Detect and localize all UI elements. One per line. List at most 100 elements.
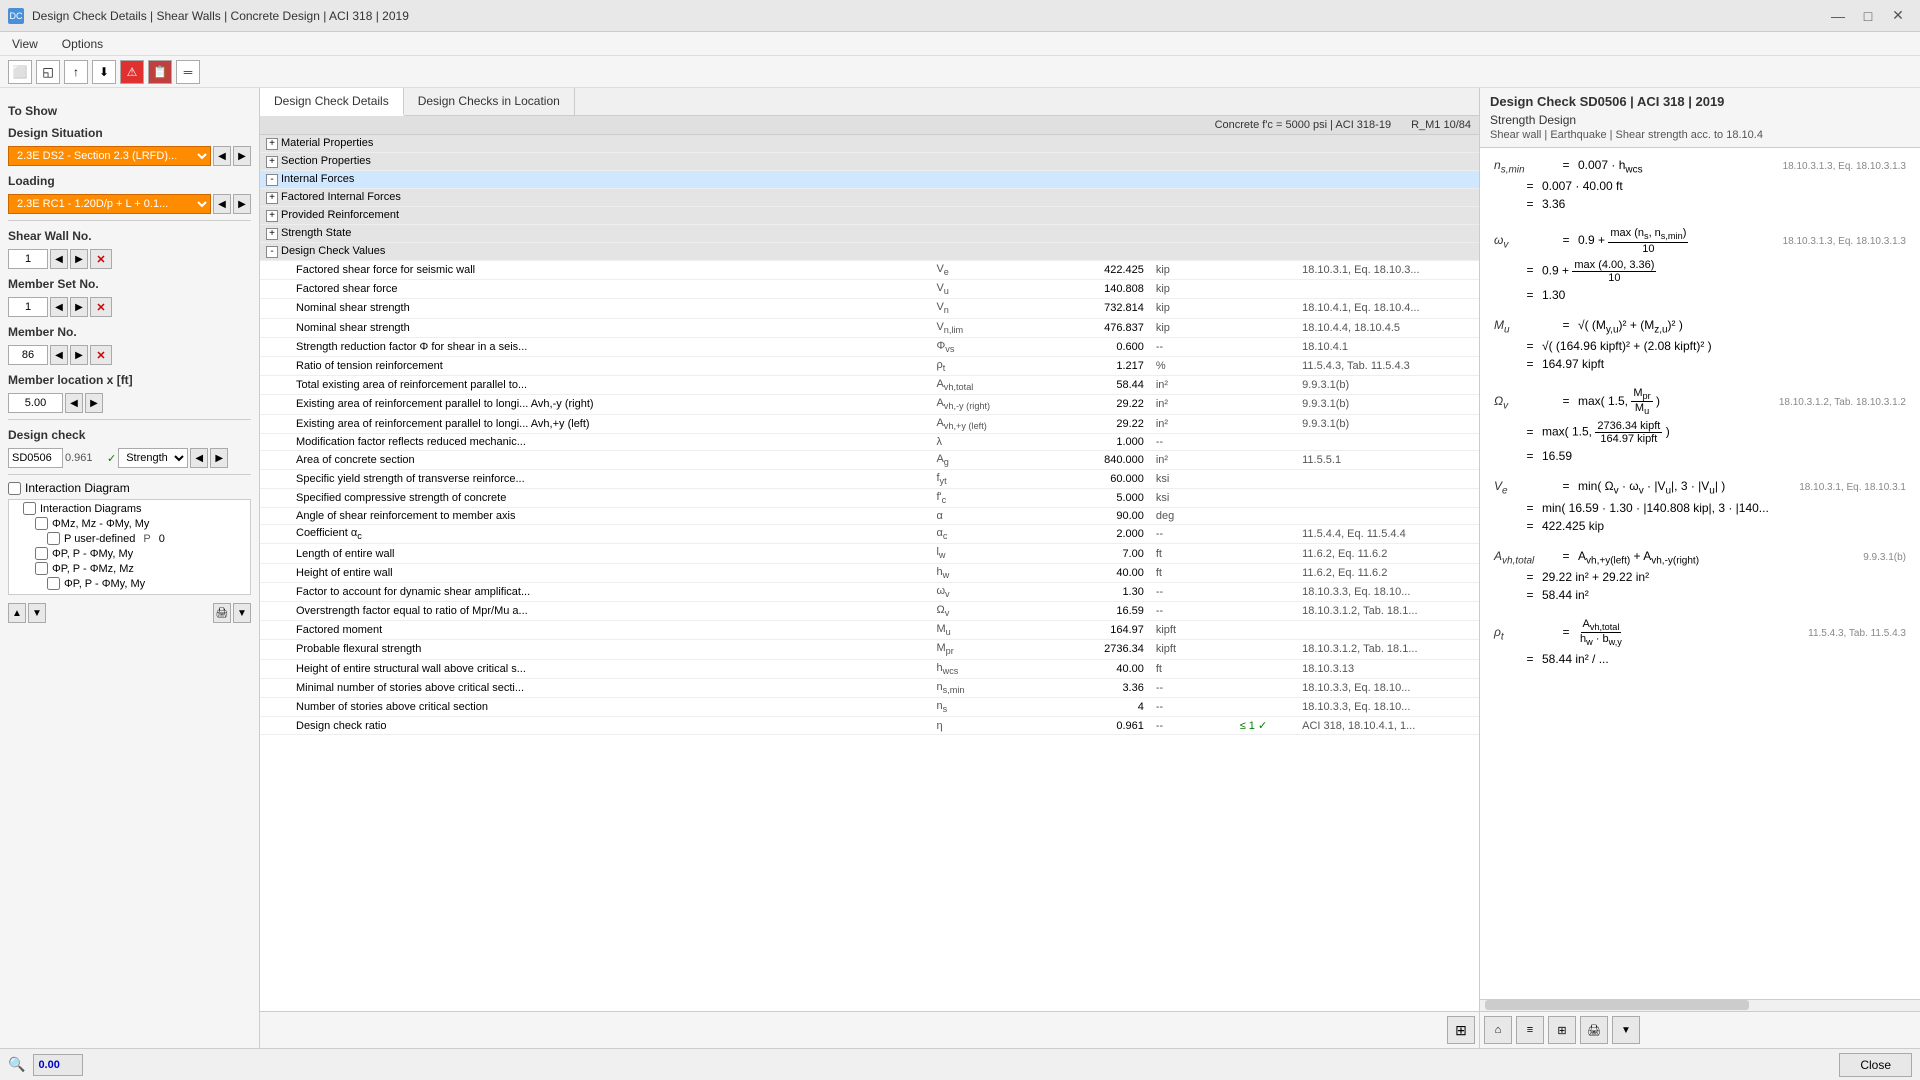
interaction-diagram-label: Interaction Diagram	[25, 481, 130, 495]
left-nav-up[interactable]: ▲	[8, 603, 26, 623]
expand-factored[interactable]: +	[266, 192, 278, 204]
toolbar-btn-5[interactable]: ⚠	[120, 60, 144, 84]
toolbar-btn-1[interactable]: ⬜	[8, 60, 32, 84]
expand-designcheck[interactable]: -	[266, 246, 278, 258]
close-button[interactable]: Close	[1839, 1053, 1912, 1077]
design-check-next[interactable]: ▶	[210, 448, 228, 468]
expand-reinforcement[interactable]: +	[266, 210, 278, 222]
math-rhot-frac: Avh,total hw · bw,y	[1578, 618, 1624, 647]
member-set-prev[interactable]: ◀	[50, 297, 68, 317]
row-rhot-check	[1211, 356, 1296, 375]
location-next[interactable]: ▶	[85, 393, 103, 413]
tree-checkbox-diagrams[interactable]	[23, 502, 36, 515]
shear-wall-input[interactable]	[8, 249, 48, 269]
right-home-btn[interactable]: ⌂	[1484, 1016, 1512, 1044]
left-nav-down[interactable]: ▼	[28, 603, 46, 623]
row-ve: Factored shear force for seismic wall Ve…	[260, 261, 1479, 280]
design-situation-prev[interactable]: ◀	[213, 146, 231, 166]
expand-internal[interactable]: -	[266, 174, 278, 186]
member-set-input[interactable]	[8, 297, 48, 317]
math-Omegav-frac: Mpr Mu	[1631, 387, 1652, 416]
row-lw-sym: lw	[930, 544, 1028, 563]
row-avhright-ref: 9.9.3.1(b)	[1296, 395, 1479, 414]
design-check-code-input[interactable]	[8, 448, 63, 468]
tree-label-pp-mz: ΦP, P - ΦMz, Mz	[52, 563, 134, 575]
loading-prev[interactable]: ◀	[213, 194, 231, 214]
section-internal: -Internal Forces	[260, 171, 1479, 189]
member-prev[interactable]: ◀	[50, 345, 68, 365]
shear-wall-prev[interactable]: ◀	[50, 249, 68, 269]
design-check-prev[interactable]: ◀	[190, 448, 208, 468]
row-mu-name: Factored moment	[260, 621, 930, 640]
design-check-name-select[interactable]: Strength ...	[118, 448, 188, 468]
row-lw-unit: ft	[1150, 544, 1211, 563]
tree-label-mz-my: ΦMz, Mz - ΦMy, My	[52, 518, 149, 530]
row-mu-sym: Mu	[930, 621, 1028, 640]
tree-label-diagrams: Interaction Diagrams	[40, 503, 142, 515]
tab-design-checks-location[interactable]: Design Checks in Location	[404, 88, 575, 115]
member-label: Member No.	[8, 325, 251, 339]
location-input[interactable]	[8, 393, 63, 413]
left-nav-buttons: ▲ ▼	[8, 603, 46, 623]
row-avhtotal-ref: 9.9.3.1(b)	[1296, 376, 1479, 395]
member-clear[interactable]: ✕	[90, 345, 112, 365]
right-list-btn[interactable]: ≡	[1516, 1016, 1544, 1044]
tree-label-p-user: P user-defined	[64, 533, 135, 545]
toolbar-btn-2[interactable]: ◱	[36, 60, 60, 84]
status-left: 🔍	[8, 1054, 83, 1076]
minimize-button[interactable]: —	[1824, 6, 1852, 26]
math-nsmin-line1: ns,min = 0.007 · hwcs 18.10.3.1.3, Eq. 1…	[1494, 158, 1906, 175]
member-input[interactable]	[8, 345, 48, 365]
toolbar-btn-4[interactable]: ⬇	[92, 60, 116, 84]
menu-view[interactable]: View	[8, 35, 42, 53]
expand-strength[interactable]: +	[266, 228, 278, 240]
loading-next[interactable]: ▶	[233, 194, 251, 214]
right-print-btn[interactable]: 🖨	[1580, 1016, 1608, 1044]
interaction-diagram-checkbox[interactable]	[8, 482, 21, 495]
section-internal-label: Internal Forces	[281, 173, 354, 185]
tree-checkbox-mz-my[interactable]	[35, 517, 48, 530]
status-input[interactable]	[33, 1054, 83, 1076]
row-rhot: Ratio of tension reinforcement ρt 1.217 …	[260, 356, 1479, 375]
row-omegav-name: Factor to account for dynamic shear ampl…	[260, 582, 930, 601]
maximize-button[interactable]: □	[1854, 6, 1882, 26]
toolbar-btn-3[interactable]: ↑	[64, 60, 88, 84]
left-print-btn[interactable]: 🖨	[213, 603, 231, 623]
member-next[interactable]: ▶	[70, 345, 88, 365]
toolbar-btn-6[interactable]: 📋	[148, 60, 172, 84]
interaction-diagram-row: Interaction Diagram	[8, 481, 251, 495]
tree-checkbox-pp-my[interactable]	[35, 547, 48, 560]
menu-options[interactable]: Options	[58, 35, 107, 53]
center-copy-btn[interactable]: ⊞	[1447, 1016, 1475, 1044]
row-avhtotal-name: Total existing area of reinforcement par…	[260, 376, 930, 395]
tree-checkbox-pp-mz[interactable]	[35, 562, 48, 575]
shear-wall-next[interactable]: ▶	[70, 249, 88, 269]
row-rhot-name: Ratio of tension reinforcement	[260, 356, 930, 375]
tree-checkbox-p-user[interactable]	[47, 532, 60, 545]
toolbar-btn-7[interactable]: ═	[176, 60, 200, 84]
member-info: R_M1 10/84	[1411, 119, 1471, 131]
shear-wall-clear[interactable]: ✕	[90, 249, 112, 269]
close-title-button[interactable]: ✕	[1884, 6, 1912, 26]
loading-select[interactable]: 2.3E RC1 - 1.20D/p + L + 0.1...	[8, 194, 211, 214]
member-set-next[interactable]: ▶	[70, 297, 88, 317]
location-prev[interactable]: ◀	[65, 393, 83, 413]
right-print-arrow[interactable]: ▼	[1612, 1016, 1640, 1044]
left-print-arrow[interactable]: ▼	[233, 603, 251, 623]
row-mpr-name: Probable flexural strength	[260, 640, 930, 659]
row-alpha: Angle of shear reinforcement to member a…	[260, 508, 1479, 525]
math-avh-expr2: 29.22 in² + 29.22 in²	[1542, 570, 1906, 584]
tab-design-check-details[interactable]: Design Check Details	[260, 88, 404, 116]
menu-bar: View Options	[0, 32, 1920, 56]
title-bar-text: Design Check Details | Shear Walls | Con…	[32, 9, 409, 23]
row-ag-val: 840.000	[1028, 450, 1150, 469]
expand-section[interactable]: +	[266, 156, 278, 168]
right-panel-scrollbar[interactable]	[1480, 999, 1920, 1011]
design-situation-next[interactable]: ▶	[233, 146, 251, 166]
right-grid-btn[interactable]: ⊞	[1548, 1016, 1576, 1044]
tree-checkbox-pp-my2[interactable]	[47, 577, 60, 590]
member-set-clear[interactable]: ✕	[90, 297, 112, 317]
design-situation-select[interactable]: 2.3E DS2 - Section 2.3 (LRFD)...	[8, 146, 211, 166]
row-omegav-unit: --	[1150, 582, 1211, 601]
expand-material[interactable]: +	[266, 138, 278, 150]
